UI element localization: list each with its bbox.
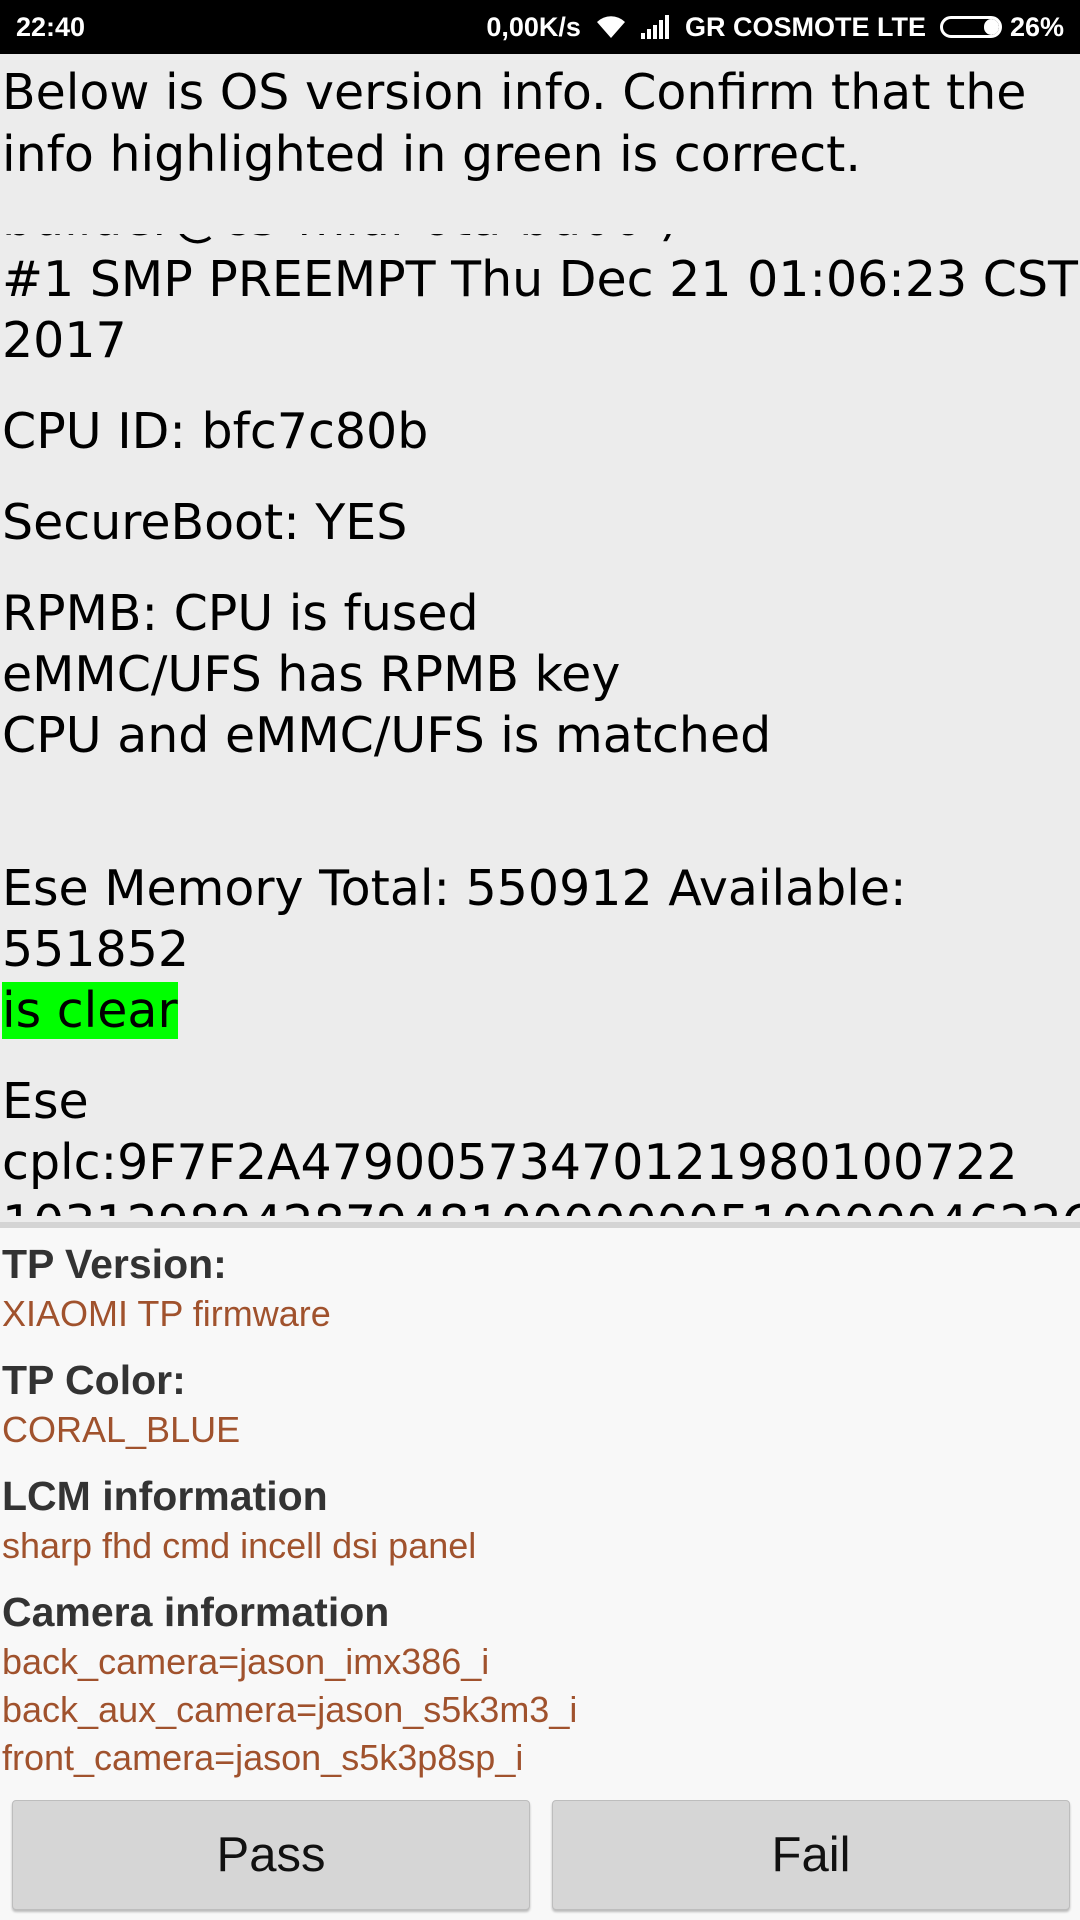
tp-color-value: CORAL_BLUE xyxy=(2,1409,241,1450)
camera-value: front_camera=jason_s5k3p8sp_i xyxy=(2,1737,524,1778)
network-speed: 0,00K/s xyxy=(486,11,581,42)
battery-percent: 26% xyxy=(1009,11,1064,42)
battery-fill xyxy=(984,19,999,35)
tp-version-label: TP Version: xyxy=(2,1241,227,1287)
rpmb-line: RPMB: CPU is fused xyxy=(2,585,479,642)
os-info-content: builder@c3-miui-ota-bd00 ) #1 SMP PREEMP… xyxy=(2,234,1080,1216)
ese-cplc-block: Ese cplc:9F7F2A4790057347012198010072​2 … xyxy=(2,1071,1080,1216)
tp-version-value: XIAOMI TP firmware xyxy=(2,1293,331,1334)
ese-memory-status-highlight: is clear xyxy=(2,982,178,1039)
secure-boot: SecureBoot: YES xyxy=(2,494,408,551)
lcm-value: sharp fhd cmd incell dsi panel xyxy=(2,1525,477,1566)
tp-color-label: TP Color: xyxy=(2,1357,186,1403)
camera-value: back_aux_camera=jason_s5k3m3_i xyxy=(2,1689,578,1730)
kernel-build-line: #1 SMP PREEMPT Thu Dec 21 01:06:23 CST 2… xyxy=(2,251,1078,369)
cpu-id: CPU ID: bfc7c80b xyxy=(2,403,429,460)
wifi-icon xyxy=(595,14,627,40)
kernel-version-block: builder@c3-miui-ota-bd00 ) #1 SMP PREEMP… xyxy=(2,234,1078,371)
camera-section: Camera information back_camera=jason_imx… xyxy=(2,1586,1078,1782)
instruction-text: Below is OS version info. Confirm that t… xyxy=(2,64,1027,183)
camera-label: Camera information xyxy=(2,1589,390,1635)
lcm-section: LCM information sharp fhd cmd incell dsi… xyxy=(2,1470,1078,1570)
lcm-label: LCM information xyxy=(2,1473,328,1519)
battery: 26% xyxy=(939,11,1064,43)
tp-color-section: TP Color: CORAL_BLUE xyxy=(2,1354,1078,1454)
battery-icon xyxy=(939,16,1002,38)
rpmb-line: eMMC/UFS has RPMB key xyxy=(2,646,621,703)
fail-button[interactable]: Fail xyxy=(552,1800,1070,1910)
os-info-scroll-area[interactable]: builder@c3-miui-ota-bd00 ) #1 SMP PREEMP… xyxy=(0,234,1080,1216)
ese-cplc-line: Ese cplc:9F7F2A4790057347012198010072​2 xyxy=(2,1073,1018,1191)
camera-value: back_camera=jason_imx386_i xyxy=(2,1641,490,1682)
pass-button[interactable]: Pass xyxy=(12,1800,530,1910)
signal-icon xyxy=(640,15,671,39)
ese-memory-line: Ese Memory Total: 550912 Available: 5518… xyxy=(2,860,907,978)
ese-memory-block: Ese Memory Total: 550912 Available: 5518… xyxy=(2,858,1078,1041)
status-bar: 22:40 0,00K/s GR COSMOTE LTE 26% xyxy=(0,0,1080,54)
carrier-name: GR COSMOTE LTE xyxy=(684,11,926,42)
os-info-panel: Below is OS version info. Confirm that t… xyxy=(0,54,1080,1224)
rpmb-block: RPMB: CPU is fused eMMC/UFS has RPMB key… xyxy=(2,583,1078,766)
rpmb-line: CPU and eMMC/UFS is matched xyxy=(2,707,772,764)
tp-version-section: TP Version: XIAOMI TP firmware xyxy=(2,1238,1078,1338)
status-right: 0,00K/s GR COSMOTE LTE 26% xyxy=(486,12,1064,43)
kernel-builder-partial: builder@c3-miui-ota-bd00 ) xyxy=(2,234,678,247)
ese-cplc-line: 1031298942879481000000051000004622CD xyxy=(2,1195,1080,1216)
status-time: 22:40 xyxy=(16,11,86,42)
